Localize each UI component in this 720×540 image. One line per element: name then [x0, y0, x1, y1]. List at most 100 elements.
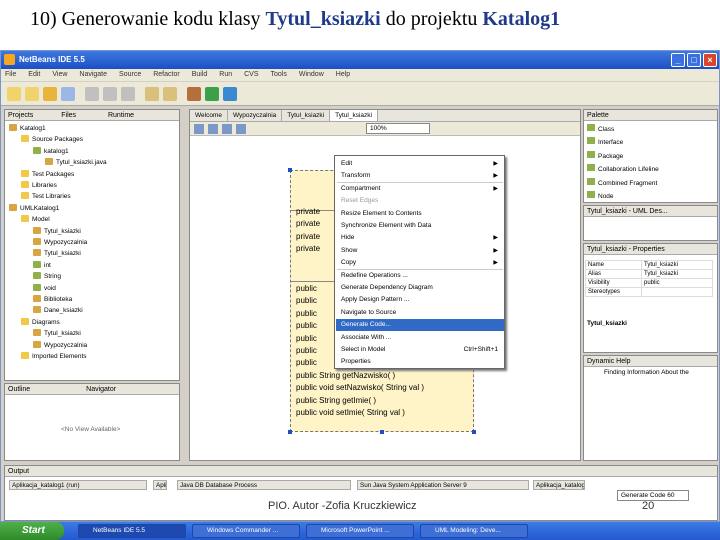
uml-method[interactable]: public void setNazwisko( String val )	[296, 383, 424, 393]
uml-method[interactable]: public	[296, 346, 317, 356]
tree-node[interactable]: Dane_ksiazki	[33, 306, 83, 315]
menu-cvs[interactable]: CVS	[244, 69, 258, 81]
context-menu-item[interactable]: Resize Element to Contents	[336, 208, 504, 220]
run-icon[interactable]	[205, 87, 219, 101]
uml-attribute[interactable]: private	[296, 207, 320, 217]
property-value[interactable]: Tytul_ksiazki	[641, 269, 713, 279]
cut-icon[interactable]	[85, 87, 99, 101]
tab-files[interactable]: Files	[61, 112, 76, 119]
property-row[interactable]: Visibility public	[585, 278, 713, 288]
maximize-button[interactable]: □	[687, 53, 701, 67]
context-menu-item[interactable]: Edit ▶	[336, 158, 504, 170]
context-menu-item[interactable]: Generate Dependency Diagram	[336, 282, 504, 294]
uml-method[interactable]: public	[296, 284, 317, 294]
tree-node[interactable]: Tytul_ksiazki	[33, 329, 81, 338]
menu-run[interactable]: Run	[219, 69, 232, 81]
context-menu-item[interactable]: Generate Code...	[336, 319, 504, 332]
menu-navigate[interactable]: Navigate	[79, 69, 107, 81]
tab-outline[interactable]: Outline	[8, 386, 30, 393]
tree-node[interactable]: Tytul_ksiazki.java	[45, 158, 107, 167]
context-menu-item[interactable]: Copy ▶	[336, 257, 504, 269]
resize-handle[interactable]	[380, 430, 384, 434]
build-icon[interactable]	[187, 87, 201, 101]
open-icon[interactable]	[43, 87, 57, 101]
menu-build[interactable]: Build	[192, 69, 208, 81]
context-menu-item[interactable]: Associate With ...	[336, 332, 504, 344]
palette-item[interactable]: Combined Fragment	[587, 177, 657, 187]
tree-node[interactable]: Model	[21, 215, 50, 224]
tree-node[interactable]: Diagrams	[21, 317, 60, 327]
menu-source[interactable]: Source	[119, 69, 141, 81]
tree-node[interactable]: Wypozyczalnia	[33, 340, 87, 350]
tab-navigator[interactable]: Navigator	[86, 386, 116, 393]
new-file-icon[interactable]	[25, 87, 39, 101]
property-value[interactable]	[641, 287, 713, 297]
context-menu-item[interactable]: Redefine Operations ...	[336, 270, 504, 282]
tree-node[interactable]: Libraries	[21, 181, 57, 190]
property-value[interactable]: Tytul_ksiazki	[641, 260, 713, 270]
editor-tab[interactable]: Welcome	[190, 110, 228, 121]
tab-runtime[interactable]: Runtime	[108, 112, 134, 119]
output-tab[interactable]: Aplikacja_katalog1 (run)	[9, 480, 147, 490]
property-row[interactable]: Alias Tytul_ksiazki	[585, 269, 713, 279]
context-menu-item[interactable]: Show ▶	[336, 245, 504, 257]
uml-method[interactable]: public	[296, 358, 317, 368]
context-menu-item[interactable]: Transform ▶	[336, 170, 504, 182]
menu-edit[interactable]: Edit	[28, 69, 40, 81]
palette-item[interactable]: Interface	[587, 137, 623, 146]
palette-item[interactable]: Collaboration Lifeline	[587, 164, 659, 173]
context-menu-item[interactable]: Select in Model Ctrl+Shift+1	[336, 344, 504, 356]
property-value[interactable]: public	[641, 278, 713, 288]
tree-node[interactable]: String	[33, 272, 61, 281]
menu-tools[interactable]: Tools	[271, 69, 287, 81]
context-menu-item[interactable]: Compartment ▶	[336, 183, 504, 195]
uml-method[interactable]: public void setImie( String val )	[296, 408, 405, 418]
tree-node[interactable]: Test Packages	[21, 169, 74, 179]
minimize-button[interactable]: _	[671, 53, 685, 67]
pan-tool-icon[interactable]	[208, 124, 218, 134]
new-project-icon[interactable]	[7, 87, 21, 101]
uml-attribute[interactable]: private	[296, 219, 320, 229]
editor-tab[interactable]: Tytul_ksiazki	[330, 110, 378, 121]
context-menu-item[interactable]: Hide ▶	[336, 232, 504, 244]
taskbar-item[interactable]: UML Modeling: Deve...	[420, 524, 528, 538]
tree-node[interactable]: Source Packages	[21, 135, 83, 144]
output-tab[interactable]: Java DB Database Process	[177, 480, 351, 490]
context-menu-item[interactable]: Properties	[336, 356, 504, 368]
layout-tool-icon[interactable]	[236, 124, 246, 134]
zoom-tool-icon[interactable]	[222, 124, 232, 134]
tree-node[interactable]: Biblioteka	[33, 295, 72, 304]
editor-tab[interactable]: Wypozyczalnia	[228, 110, 283, 121]
tree-node[interactable]: UMLKatalog1	[9, 203, 59, 213]
editor-tab[interactable]: Tytul_ksiazki	[282, 110, 331, 121]
palette-item[interactable]: Node	[587, 191, 614, 200]
uml-attribute[interactable]: private	[296, 244, 320, 254]
context-menu-item[interactable]: Apply Design Pattern ...	[336, 294, 504, 306]
tree-node[interactable]: void	[33, 283, 56, 293]
tree-node[interactable]: Imported Elements	[21, 352, 87, 361]
taskbar-item[interactable]: Windows Commander ...	[192, 524, 300, 538]
undo-icon[interactable]	[145, 87, 159, 101]
resize-handle[interactable]	[288, 430, 292, 434]
context-menu-item[interactable]: Navigate to Source	[336, 307, 504, 319]
property-row[interactable]: Stereotypes	[585, 287, 713, 297]
debug-icon[interactable]	[223, 87, 237, 101]
tree-node[interactable]: Tytul_ksiazki	[33, 226, 81, 236]
window-titlebar[interactable]: NetBeans IDE 5.5 _ □ ×	[1, 51, 719, 69]
tree-node[interactable]: Katalog1	[9, 124, 46, 133]
output-tab[interactable]: Aplikacja_katalog1 (run)	[533, 480, 585, 490]
uml-method[interactable]: public	[296, 309, 317, 319]
menu-window[interactable]: Window	[299, 69, 324, 81]
property-row[interactable]: Name Tytul_ksiazki	[585, 260, 713, 270]
menu-file[interactable]: File	[5, 69, 16, 81]
copy-icon[interactable]	[103, 87, 117, 101]
uml-method[interactable]: public String getImie( )	[296, 396, 376, 406]
uml-attribute[interactable]: private	[296, 232, 320, 242]
context-menu-item[interactable]: Synchronize Element with Data	[336, 220, 504, 232]
save-icon[interactable]	[61, 87, 75, 101]
output-tab[interactable]: Aplikacja_katalog1 (run)	[153, 480, 167, 490]
resize-handle[interactable]	[472, 430, 476, 434]
uml-method[interactable]: public	[296, 296, 317, 306]
tree-node[interactable]: Tytul_ksiazki	[33, 249, 81, 258]
uml-method[interactable]: public String getNazwisko( )	[296, 371, 395, 381]
